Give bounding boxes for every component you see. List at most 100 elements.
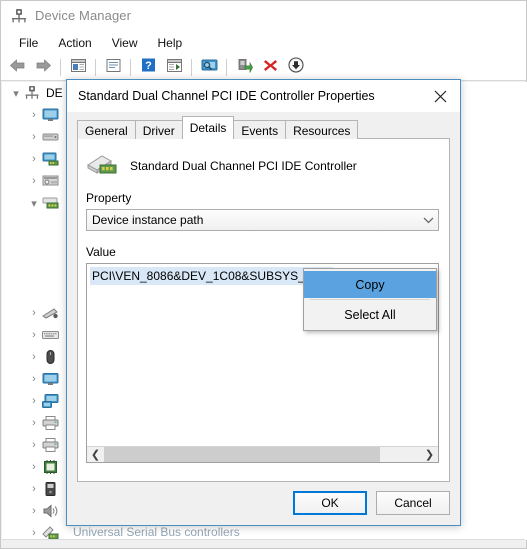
chevron-right-icon[interactable]: ›: [26, 503, 42, 519]
dialog-title: Standard Dual Channel PCI IDE Controller…: [78, 89, 375, 103]
keyboard-icon: [42, 327, 59, 343]
toolbar-separator-4: [191, 59, 192, 76]
tree-root-label: DE: [46, 86, 63, 100]
chevron-right-icon[interactable]: ›: [26, 437, 42, 453]
tab-events[interactable]: Events: [233, 120, 287, 139]
chevron-right-icon[interactable]: ›: [26, 415, 42, 431]
property-label: Property: [86, 191, 132, 205]
menu-file[interactable]: File: [9, 33, 48, 53]
network-icon: [42, 393, 59, 409]
device-header: Standard Dual Channel PCI IDE Controller: [78, 139, 449, 181]
properties-icon: [70, 58, 87, 78]
enable-device-icon: [236, 58, 253, 78]
toolbar-separator-5: [226, 59, 227, 76]
device-manager-icon: [11, 8, 27, 24]
disk-drive-icon: [42, 129, 59, 145]
chevron-right-icon[interactable]: ›: [26, 481, 42, 497]
property-dropdown[interactable]: Device instance path: [86, 209, 439, 231]
menu-bar: File Action View Help: [1, 31, 526, 55]
forward-button[interactable]: [31, 57, 55, 79]
toolbar: ?: [1, 55, 526, 81]
close-icon: [434, 90, 447, 103]
red-x-icon: [263, 58, 278, 78]
chevron-right-icon[interactable]: ›: [26, 393, 42, 409]
context-menu-separator: [310, 299, 430, 300]
toolbar-separator-2: [95, 59, 96, 76]
sound-icon: [42, 503, 59, 519]
dialog-button-row: OK Cancel: [293, 491, 450, 515]
down-arrow-circle-icon: [288, 57, 304, 78]
ok-button[interactable]: OK: [293, 491, 367, 515]
back-button[interactable]: [5, 57, 29, 79]
chevron-right-icon[interactable]: ›: [26, 525, 42, 540]
chevron-down-icon[interactable]: [418, 210, 438, 230]
help-button[interactable]: ?: [136, 57, 160, 79]
forward-icon: [35, 58, 52, 78]
chevron-right-icon[interactable]: ›: [26, 129, 42, 145]
tab-details[interactable]: Details: [181, 116, 235, 139]
chevron-right-icon[interactable]: ›: [26, 305, 42, 321]
toolbar-separator-1: [60, 59, 61, 76]
value-label: Value: [86, 245, 116, 259]
monitor-icon: [42, 107, 59, 123]
mouse-icon: [42, 349, 59, 365]
device-name: Standard Dual Channel PCI IDE Controller: [130, 158, 357, 173]
scrollbar-thumb[interactable]: [104, 447, 380, 462]
system-device-icon: [42, 525, 59, 540]
computer-root-icon: [24, 85, 41, 101]
chevron-left-icon[interactable]: ❮: [87, 447, 104, 462]
chevron-right-icon[interactable]: ›: [26, 107, 42, 123]
show-hidden-devices-button[interactable]: [162, 57, 186, 79]
processor-icon: [42, 459, 59, 475]
status-bar: [2, 539, 525, 547]
window-titlebar: Device Manager: [1, 1, 526, 31]
property-dropdown-value: Device instance path: [92, 213, 204, 227]
tab-resources[interactable]: Resources: [285, 120, 359, 139]
tab-driver[interactable]: Driver: [134, 120, 183, 139]
context-menu-item-copy[interactable]: Copy: [304, 271, 436, 298]
chevron-right-icon[interactable]: ›: [26, 349, 42, 365]
print-queue-icon: [42, 415, 59, 431]
update-driver-icon: [105, 58, 122, 78]
scrollbar-track[interactable]: [104, 447, 421, 462]
window-title: Device Manager: [35, 8, 132, 23]
menu-action[interactable]: Action: [48, 33, 101, 53]
close-button[interactable]: [420, 81, 460, 112]
scan-hardware-changes-button[interactable]: [197, 57, 221, 79]
scan-hardware-changes-icon: [200, 58, 219, 78]
menu-help[interactable]: Help: [148, 33, 193, 53]
printer-icon: [42, 437, 59, 453]
chevron-down-icon[interactable]: ▾: [8, 85, 24, 101]
show-hidden-devices-icon: [166, 58, 183, 78]
context-menu: Copy Select All: [303, 268, 437, 331]
update-driver-button[interactable]: [101, 57, 125, 79]
chevron-right-icon[interactable]: ❯: [421, 447, 438, 462]
chevron-right-icon[interactable]: ›: [26, 327, 42, 343]
chevron-right-icon[interactable]: ›: [26, 371, 42, 387]
chevron-down-icon[interactable]: ▾: [26, 195, 42, 211]
back-icon: [9, 58, 26, 78]
toolbar-separator-3: [130, 59, 131, 76]
dvd-drive-icon: [42, 173, 59, 189]
menu-view[interactable]: View: [102, 33, 148, 53]
cancel-button[interactable]: Cancel: [376, 491, 450, 515]
dialog-titlebar: Standard Dual Channel PCI IDE Controller…: [67, 80, 460, 112]
storage-icon: [42, 481, 59, 497]
value-horizontal-scrollbar[interactable]: ❮ ❯: [87, 446, 438, 462]
ide-controller-icon: [86, 153, 120, 179]
tab-general[interactable]: General: [77, 120, 136, 139]
tab-strip: General Driver Details Events Resources: [77, 116, 359, 139]
svg-text:?: ?: [145, 60, 152, 72]
value-item[interactable]: PCI\VEN_8086&DEV_1C08&SUBSYS_B002: [90, 267, 333, 285]
chevron-right-icon[interactable]: ›: [26, 151, 42, 167]
monitor2-icon: [42, 371, 59, 387]
context-menu-item-select-all[interactable]: Select All: [304, 301, 436, 328]
uninstall-device-button[interactable]: [258, 57, 282, 79]
chevron-right-icon[interactable]: ›: [26, 173, 42, 189]
chevron-right-icon[interactable]: ›: [26, 459, 42, 475]
enable-device-button[interactable]: [232, 57, 256, 79]
tree-partially-hidden-label: Universal Serial Bus controllers: [73, 525, 240, 539]
update-drivers-button[interactable]: [284, 57, 308, 79]
help-icon: ?: [141, 58, 156, 77]
properties-button[interactable]: [66, 57, 90, 79]
